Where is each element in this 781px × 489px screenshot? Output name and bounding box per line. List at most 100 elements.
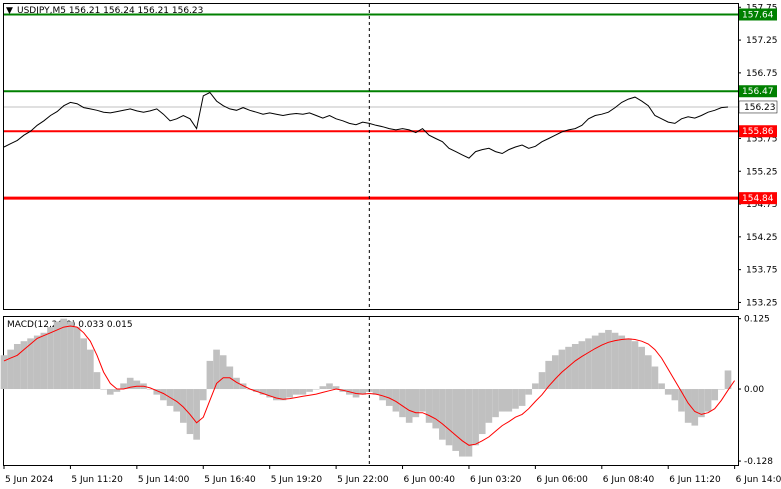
time-tick-label: 5 Jun 2024 — [5, 475, 54, 485]
macd-tick-label: -0.128 — [744, 457, 773, 467]
macd-bar — [465, 389, 473, 457]
level-badge-label: 154.84 — [742, 194, 774, 204]
price-tick-label: 154.25 — [746, 233, 778, 243]
macd-bar — [658, 383, 665, 390]
price-tick-label: 157.25 — [746, 36, 778, 46]
macd-bar — [505, 389, 513, 412]
time-tick-label: 6 Jun 00:40 — [404, 475, 456, 485]
macd-bar — [20, 341, 28, 390]
macd-bar — [419, 389, 426, 412]
macd-bar — [625, 338, 632, 390]
macd-tick-label: 0.00 — [744, 385, 764, 395]
macd-bar — [319, 386, 327, 390]
macd-bar — [299, 389, 307, 395]
macd-bar — [571, 344, 579, 390]
macd-bar — [591, 335, 599, 390]
price-panel-frame — [3, 3, 739, 310]
macd-bar — [525, 389, 533, 395]
macd-bar — [13, 344, 21, 390]
macd-bar — [598, 332, 606, 390]
time-tick-label: 6 Jun 03:20 — [470, 475, 522, 485]
chart-root: ▼ USDJPY,M5 156.21 156.24 156.21 156.23 … — [0, 3, 781, 485]
macd-bar — [644, 355, 652, 390]
macd-bar — [60, 318, 68, 390]
macd-bar — [306, 389, 313, 392]
macd-bar — [47, 327, 54, 390]
macd-bar — [133, 380, 141, 390]
price-y-axis: 157.75157.25156.75155.75155.25154.75154.… — [738, 3, 778, 308]
time-axis: 5 Jun 2024 5 Jun 11:20 5 Jun 14:00 5 Jun 16… — [3, 465, 781, 485]
time-tick-label: 5 Jun 16:40 — [204, 475, 256, 485]
macd-bar — [80, 338, 88, 390]
macd-bar — [180, 389, 187, 423]
macd-bar — [605, 329, 612, 390]
macd-bar — [67, 321, 74, 390]
macd-bar — [445, 389, 453, 446]
macd-bar — [585, 338, 592, 390]
macd-bar — [93, 372, 101, 390]
time-tick-label: 6 Jun 14:00 — [736, 475, 781, 485]
macd-bar — [53, 321, 61, 390]
macd-tick-label: 0.125 — [744, 315, 770, 325]
macd-bar — [40, 332, 48, 390]
macd-bar — [478, 389, 486, 435]
level-badge-label: 155.86 — [742, 127, 774, 137]
price-tick-label: 155.25 — [746, 167, 778, 177]
macd-bar — [558, 349, 566, 390]
macd-bar — [206, 360, 214, 390]
macd-bar — [651, 366, 659, 390]
macd-bar — [312, 389, 320, 390]
time-tick-label: 5 Jun 11:20 — [71, 475, 123, 485]
macd-bar — [326, 383, 333, 390]
macd-bar — [399, 389, 406, 418]
macd-bar — [219, 355, 227, 390]
macd-bar — [671, 389, 679, 401]
macd-bar — [199, 389, 207, 401]
macd-bar — [405, 389, 413, 423]
time-tick-label: 6 Jun 08:40 — [603, 475, 655, 485]
macd-y-axis: 0.125 0.00 -0.128 — [738, 315, 773, 467]
macd-bar — [532, 383, 539, 390]
level-badge-label: 156.47 — [742, 87, 774, 97]
macd-bar — [458, 389, 466, 457]
macd-bar — [439, 389, 446, 440]
macd-bar — [7, 349, 14, 390]
macd-bar — [664, 389, 672, 395]
macd-bar — [518, 389, 526, 406]
macd-bar — [718, 389, 725, 390]
macd-bar — [691, 389, 699, 426]
macd-bar — [472, 389, 479, 446]
macd-bar — [551, 355, 559, 390]
macd-bar — [704, 389, 712, 412]
macd-bar — [538, 372, 546, 390]
current-price-label: 156.23 — [744, 103, 776, 113]
macd-bar — [512, 389, 519, 409]
macd-bar — [292, 389, 300, 395]
macd-bar — [578, 341, 586, 390]
price-tick-label: 153.75 — [746, 266, 778, 276]
macd-bar — [631, 341, 639, 390]
macd-bar — [379, 389, 386, 401]
macd-bar — [498, 389, 506, 412]
macd-bar — [193, 389, 200, 440]
time-tick-label: 6 Jun 06:00 — [536, 475, 588, 485]
price-tick-label: 153.25 — [746, 298, 778, 308]
macd-bar — [33, 335, 41, 390]
macd-bar — [492, 389, 499, 418]
level-badge-label: 157.64 — [742, 10, 774, 20]
macd-bar — [100, 389, 107, 390]
macd-bar — [425, 389, 433, 423]
macd-bar — [432, 389, 440, 429]
time-tick-label: 5 Jun 19:20 — [271, 475, 323, 485]
macd-bar — [286, 389, 293, 398]
macd-bar — [485, 389, 493, 423]
macd-bar — [638, 346, 645, 390]
time-tick-label: 5 Jun 14:00 — [138, 475, 190, 485]
time-tick-label: 5 Jun 22:00 — [337, 475, 389, 485]
price-tick-label: 156.75 — [746, 69, 778, 79]
macd-bar — [618, 335, 626, 390]
macd-bar — [452, 389, 459, 451]
macd-bar — [73, 327, 81, 390]
macd-bar — [711, 389, 719, 401]
macd-bar — [106, 389, 114, 395]
